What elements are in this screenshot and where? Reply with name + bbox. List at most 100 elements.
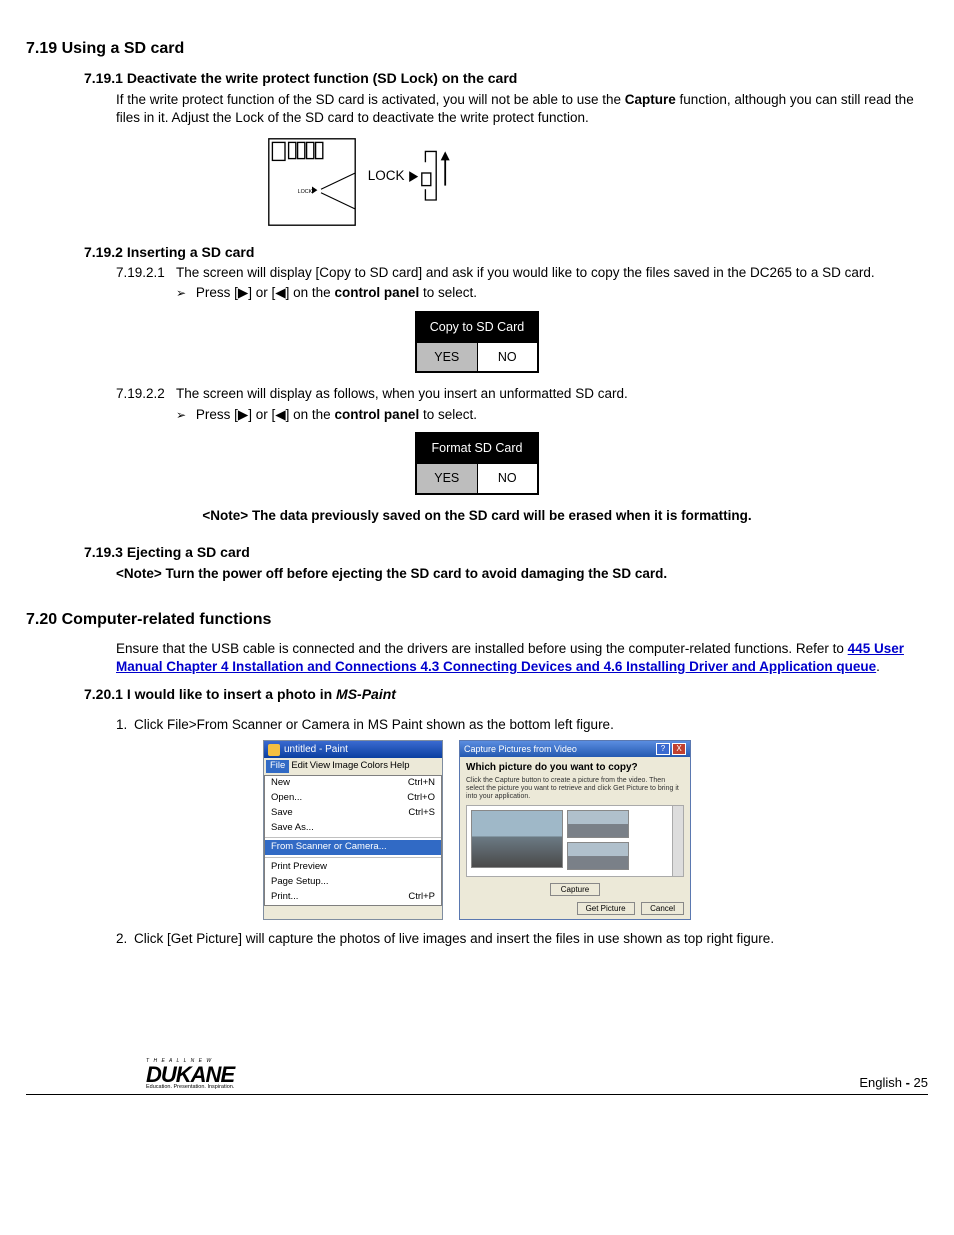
thumbnail-large[interactable] <box>471 810 563 868</box>
menu-colors[interactable]: Colors <box>361 760 388 773</box>
section-7-19-2-heading: 7.19.2 Inserting a SD card <box>84 243 928 262</box>
get-picture-button[interactable]: Get Picture <box>577 902 635 915</box>
menu-image[interactable]: Image <box>332 760 358 773</box>
sd-lock-figure: LOCK LOCK <box>266 137 928 232</box>
text: Press [ <box>196 285 238 300</box>
capture-question: Which picture do you want to copy? <box>466 761 684 775</box>
capture-button[interactable]: Capture <box>550 883 600 896</box>
thumbnail-small[interactable] <box>567 842 629 870</box>
section-7-19-3-heading: 7.19.3 Ejecting a SD card <box>84 543 928 562</box>
mspaint-menubar: File Edit View Image Colors Help <box>264 758 442 775</box>
sd-lock-big-label: LOCK <box>368 169 405 184</box>
section-7-20-intro: Ensure that the USB cable is connected a… <box>116 640 928 676</box>
menu-item-print[interactable]: Print... Ctrl+P <box>265 890 441 905</box>
menu-item-new[interactable]: New Ctrl+N <box>265 776 441 791</box>
num: 7.19.2.2 <box>116 385 176 403</box>
no-button[interactable]: NO <box>478 464 538 493</box>
no-button[interactable]: NO <box>478 343 538 372</box>
text: ] on the <box>286 285 335 300</box>
li-7-20-1-1: 1.Click File>From Scanner or Camera in M… <box>116 716 928 734</box>
thumbnail-small[interactable] <box>567 810 629 838</box>
mspaint-titlebar: untitled - Paint <box>264 741 442 759</box>
dialog-title: Format SD Card <box>417 434 537 463</box>
capture-title-text: Capture Pictures from Video <box>464 743 577 755</box>
bullet-7-19-2-2: Press [▶] or [◀] on the control panel to… <box>176 406 928 424</box>
label: From Scanner or Camera... <box>271 841 387 854</box>
menu-item-open[interactable]: Open... Ctrl+O <box>265 791 441 806</box>
mspaint-icon <box>268 744 280 756</box>
text: Ensure that the USB cable is connected a… <box>116 641 848 656</box>
left-arrow-icon: ◀ <box>275 285 285 300</box>
menu-item-from-scanner[interactable]: From Scanner or Camera... <box>265 840 441 855</box>
capture-window: Capture Pictures from Video ? X Which pi… <box>459 740 691 920</box>
menu-file[interactable]: File <box>266 760 289 773</box>
label: New <box>271 777 290 790</box>
text: The screen will display as follows, when… <box>176 386 628 401</box>
yes-button[interactable]: YES <box>417 343 478 372</box>
section-7-20-heading: 7.20 Computer-related functions <box>26 609 928 631</box>
shortcut: Ctrl+S <box>408 807 435 820</box>
num: 7.19.2.1 <box>116 264 176 282</box>
text: The screen will display [Copy to SD card… <box>176 265 875 280</box>
ms-paint-italic: MS-Paint <box>336 686 396 702</box>
close-icon[interactable]: X <box>672 743 686 755</box>
separator <box>265 837 441 838</box>
li-7-20-1-2: 2.Click [Get Picture] will capture the p… <box>116 930 928 948</box>
menu-item-page-setup[interactable]: Page Setup... <box>265 875 441 890</box>
mspaint-title-text: untitled - Paint <box>284 743 348 757</box>
num: 1. <box>116 716 134 734</box>
capture-subtext: Click the Capture button to create a pic… <box>466 777 684 801</box>
text: Press [ <box>196 407 238 422</box>
capture-bold: Capture <box>625 92 676 107</box>
text: English <box>859 1075 905 1090</box>
menu-item-saveas[interactable]: Save As... <box>265 821 441 836</box>
section-7-19-heading: 7.19 Using a SD card <box>26 38 928 60</box>
control-panel-bold: control panel <box>334 407 419 422</box>
logo-brand: DUKANE <box>146 1065 234 1085</box>
text: to select. <box>419 407 477 422</box>
label: Save <box>271 807 293 820</box>
format-sd-dialog: Format SD Card YES NO <box>415 432 539 495</box>
logo-sub: Education. Presentation. Inspiration. <box>146 1084 234 1091</box>
copy-to-sd-dialog: Copy to SD Card YES NO <box>415 311 539 374</box>
shortcut: Ctrl+N <box>408 777 435 790</box>
label: Open... <box>271 792 302 805</box>
sd-lock-small-label: LOCK <box>298 189 313 195</box>
section-7-19-1-heading: 7.19.1 Deactivate the write protect func… <box>84 69 928 88</box>
format-note: <Note> The data previously saved on the … <box>66 507 888 525</box>
menu-item-print-preview[interactable]: Print Preview <box>265 860 441 875</box>
control-panel-bold: control panel <box>334 285 419 300</box>
page-number: English - 25 <box>859 1074 928 1092</box>
menu-item-save[interactable]: Save Ctrl+S <box>265 806 441 821</box>
menu-view[interactable]: View <box>310 760 330 773</box>
label: Page Setup... <box>271 876 329 889</box>
capture-titlebar: Capture Pictures from Video ? X <box>460 741 690 757</box>
capture-thumbnails <box>466 805 684 877</box>
left-arrow-icon: ◀ <box>275 407 285 422</box>
yes-button[interactable]: YES <box>417 464 478 493</box>
menu-help[interactable]: Help <box>390 760 410 773</box>
menu-edit[interactable]: Edit <box>291 760 307 773</box>
text: ] or [ <box>248 285 275 300</box>
text: to select. <box>419 285 477 300</box>
text: ] or [ <box>248 407 275 422</box>
shortcut: Ctrl+O <box>407 792 435 805</box>
page-footer: T H E A L L N E W DUKANE Education. Pres… <box>26 1058 928 1095</box>
cancel-button[interactable]: Cancel <box>641 902 684 915</box>
text: Click [Get Picture] will capture the pho… <box>134 931 774 946</box>
p-7-19-2-2: 7.19.2.2The screen will display as follo… <box>116 385 928 403</box>
right-arrow-icon: ▶ <box>238 285 248 300</box>
help-icon[interactable]: ? <box>656 743 670 755</box>
p-7-19-2-1: 7.19.2.1The screen will display [Copy to… <box>116 264 928 282</box>
eject-note: <Note> Turn the power off before ejectin… <box>116 565 928 583</box>
dialog-title: Copy to SD Card <box>417 313 537 342</box>
num: 2. <box>116 930 134 948</box>
dukane-logo: T H E A L L N E W DUKANE Education. Pres… <box>26 1058 234 1092</box>
separator <box>265 857 441 858</box>
label: Print... <box>271 891 298 904</box>
shortcut: Ctrl+P <box>408 891 435 904</box>
right-arrow-icon: ▶ <box>238 407 248 422</box>
bullet-7-19-2-1: Press [▶] or [◀] on the control panel to… <box>176 284 928 302</box>
text: 25 <box>910 1075 928 1090</box>
text: . <box>876 659 880 674</box>
